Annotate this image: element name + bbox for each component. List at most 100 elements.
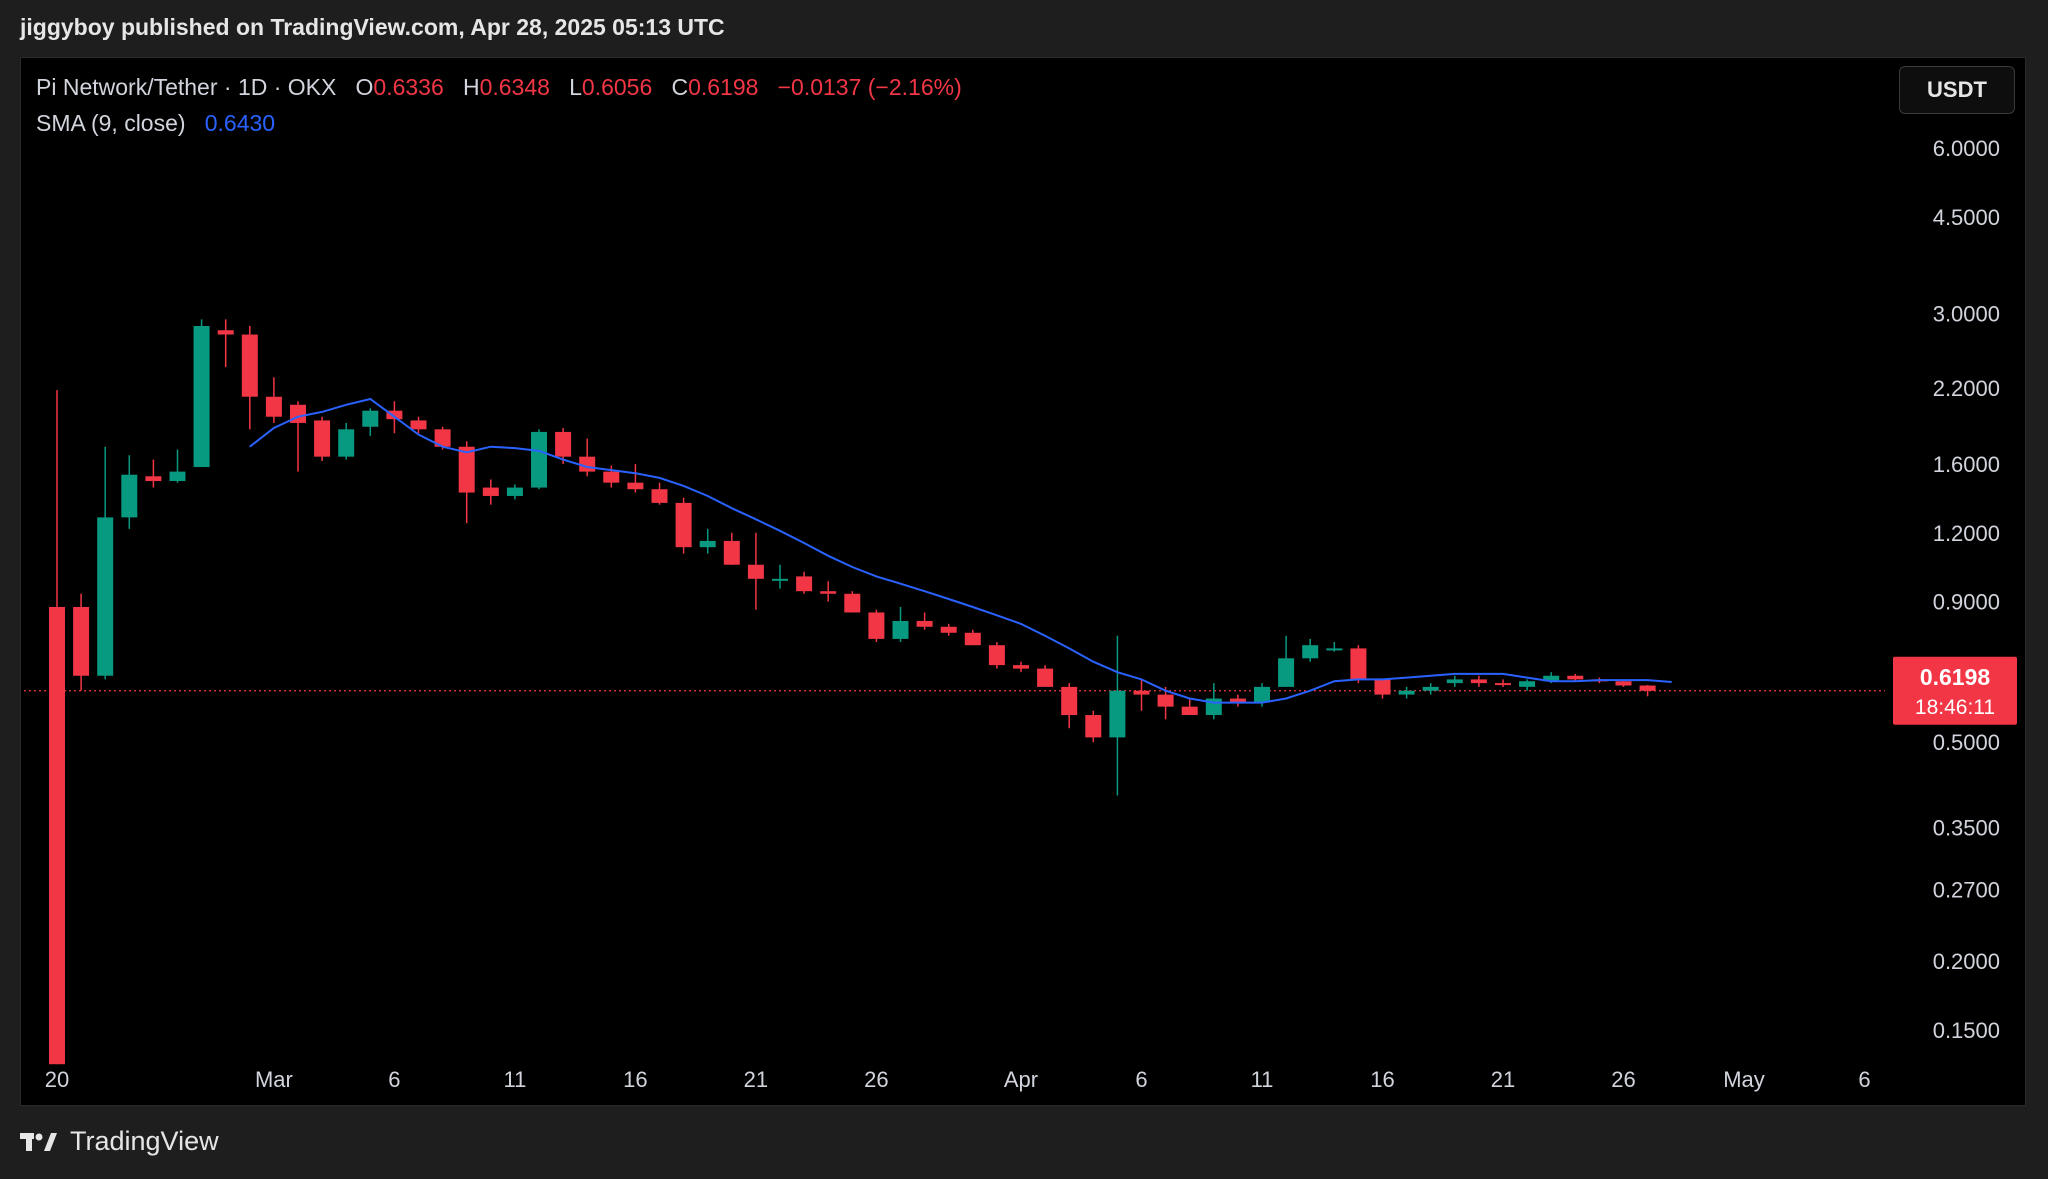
candle[interactable]: [1229, 694, 1246, 707]
currency-button[interactable]: USDT: [1899, 66, 2015, 114]
candle[interactable]: [531, 429, 547, 490]
candle[interactable]: [193, 319, 210, 468]
candle-body: [1567, 675, 1584, 680]
candle-body: [651, 489, 668, 503]
candle[interactable]: [1181, 698, 1198, 716]
candle[interactable]: [1013, 661, 1029, 673]
candle[interactable]: [458, 441, 475, 524]
candle-body: [579, 456, 596, 472]
close-value: 0.6198: [688, 74, 759, 100]
candlestick-chart[interactable]: 6.0000 4.5000 3.0000 2.2000 1.6000 1.2000 0.90…: [0, 0, 2048, 1179]
candle[interactable]: [145, 459, 162, 488]
high-label: H: [462, 74, 480, 100]
candle[interactable]: [988, 642, 1005, 669]
candle[interactable]: [723, 532, 740, 565]
candle[interactable]: [1422, 683, 1439, 695]
candle[interactable]: [1133, 679, 1150, 711]
candle-body: [193, 325, 210, 468]
candle[interactable]: [1278, 635, 1295, 687]
sma-line: [249, 397, 1672, 704]
candle[interactable]: [747, 532, 764, 610]
candle[interactable]: [820, 581, 837, 602]
price-tick-label: 4.5000: [1933, 205, 2000, 230]
candle[interactable]: [1495, 679, 1511, 687]
candle[interactable]: [338, 422, 355, 460]
time-tick-label: 6: [1135, 1067, 1147, 1092]
candle[interactable]: [892, 606, 909, 643]
candle[interactable]: [868, 609, 885, 643]
candle[interactable]: [1326, 642, 1343, 652]
candle-body: [314, 420, 331, 457]
candles: [49, 319, 1656, 1065]
tradingview-footer[interactable]: TradingView: [20, 1126, 219, 1157]
open-label: O: [355, 74, 374, 100]
candle-body: [820, 591, 837, 594]
candle-body: [458, 446, 475, 493]
price-tick-label: 0.9000: [1933, 590, 2000, 615]
candle[interactable]: [362, 408, 379, 436]
candle[interactable]: [1085, 710, 1102, 743]
candle[interactable]: [265, 377, 282, 423]
candle[interactable]: [1374, 679, 1391, 699]
candle[interactable]: [314, 416, 331, 462]
price-tick-label: 6.0000: [1933, 136, 2000, 161]
candle[interactable]: [121, 455, 138, 529]
candle[interactable]: [290, 401, 306, 472]
time-tick-label: Mar: [255, 1067, 293, 1092]
candle[interactable]: [796, 571, 813, 594]
price-tick-label: 0.2700: [1933, 877, 2000, 902]
candle[interactable]: [916, 612, 933, 630]
candle[interactable]: [1446, 675, 1463, 687]
candle[interactable]: [675, 497, 692, 554]
candle[interactable]: [1350, 645, 1367, 684]
candle-body: [1181, 706, 1198, 716]
candle[interactable]: [73, 593, 90, 691]
candle[interactable]: [699, 528, 716, 554]
tradingview-brand: TradingView: [70, 1126, 219, 1156]
candle-body: [916, 620, 933, 627]
candle[interactable]: [97, 446, 114, 680]
price-tick-label: 0.3500: [1933, 815, 2000, 840]
candle-body: [723, 540, 740, 565]
candle-body: [1350, 648, 1367, 680]
candle-body: [1374, 679, 1391, 695]
price-tick-label: 1.2000: [1933, 521, 2000, 546]
high-value: 0.6348: [479, 74, 550, 100]
candle[interactable]: [579, 438, 596, 477]
candle[interactable]: [482, 479, 499, 505]
candle[interactable]: [1109, 635, 1126, 796]
candle[interactable]: [1470, 675, 1487, 687]
candle[interactable]: [1519, 679, 1536, 691]
candle-body: [482, 487, 499, 496]
time-tick-label: 11: [1251, 1067, 1274, 1092]
candle-body: [1013, 665, 1029, 669]
candle[interactable]: [1037, 665, 1054, 687]
candle[interactable]: [1639, 685, 1656, 697]
candle[interactable]: [241, 325, 258, 430]
price-tick-label: 0.5000: [1933, 730, 2000, 755]
candle[interactable]: [1302, 638, 1319, 662]
candle[interactable]: [651, 482, 668, 505]
candle-body: [362, 410, 379, 427]
candle[interactable]: [217, 319, 234, 368]
low-label: L: [569, 74, 582, 100]
candle[interactable]: [772, 564, 788, 589]
time-tick-label: 6: [1858, 1067, 1870, 1092]
candle[interactable]: [49, 390, 65, 1065]
candle[interactable]: [169, 449, 186, 483]
symbol-title[interactable]: Pi Network/Tether · 1D · OKX: [36, 74, 336, 100]
candle[interactable]: [940, 623, 957, 636]
candle-body: [73, 606, 90, 676]
candle[interactable]: [964, 629, 981, 646]
candle[interactable]: [1061, 683, 1078, 729]
candle[interactable]: [506, 484, 523, 500]
candle[interactable]: [627, 464, 644, 493]
time-axis: 20 Mar 6 11 16 21 26 Apr 6 11 16 21 26 May 6: [45, 1067, 1871, 1092]
sma-legend[interactable]: SMA (9, close) 0.6430: [36, 110, 275, 137]
candle[interactable]: [844, 591, 861, 613]
candle[interactable]: [1398, 686, 1415, 699]
open-value: 0.6336: [373, 74, 444, 100]
last-price-tag: 0.6198 18:46:11: [1893, 656, 2017, 725]
candle-body: [892, 620, 909, 639]
tradingview-logo-icon: [20, 1132, 57, 1151]
